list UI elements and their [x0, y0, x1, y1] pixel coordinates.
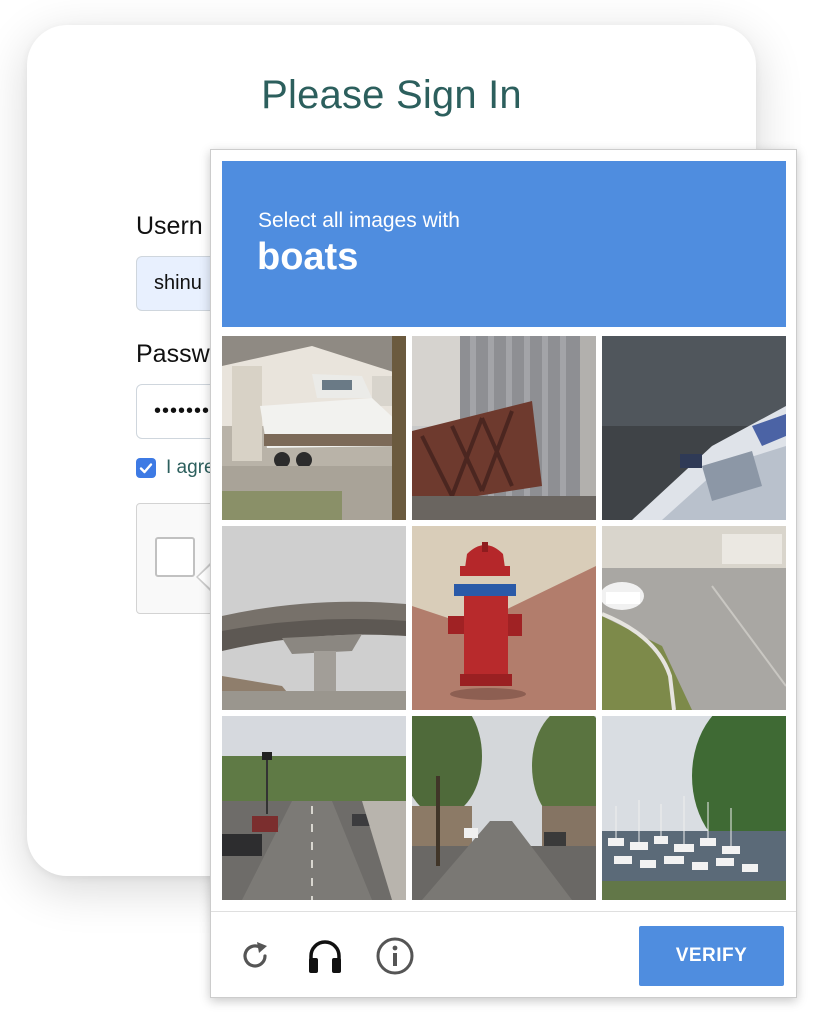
- agree-label: I agre: [166, 457, 215, 478]
- boat-bow-image: [602, 336, 786, 520]
- recaptcha-checkbox[interactable]: [155, 537, 195, 577]
- headphones-icon[interactable]: [305, 936, 345, 976]
- image-tile[interactable]: [412, 716, 596, 900]
- reload-icon[interactable]: [235, 936, 275, 976]
- password-label: Passw: [136, 340, 210, 368]
- image-tile[interactable]: [222, 526, 406, 710]
- verify-button[interactable]: VERIFY: [639, 926, 784, 986]
- overpass-image: [222, 526, 406, 710]
- info-icon[interactable]: [375, 936, 415, 976]
- tree-street-image: [412, 716, 596, 900]
- image-tile[interactable]: [222, 716, 406, 900]
- fire-hydrant-image: [412, 526, 596, 710]
- challenge-instruction: Select all images with: [258, 209, 460, 232]
- image-grid: [222, 336, 786, 900]
- parking-lot-image: [602, 526, 786, 710]
- boat-trailer-image: [222, 336, 406, 520]
- image-tile[interactable]: [602, 336, 786, 520]
- challenge-header: Select all images with boats: [222, 161, 786, 327]
- reload-icon-glyph: [243, 942, 267, 968]
- challenge-target: boats: [257, 236, 359, 278]
- city-street-image: [222, 716, 406, 900]
- image-tile[interactable]: [222, 336, 406, 520]
- image-tile[interactable]: [602, 716, 786, 900]
- marina-image: [602, 716, 786, 900]
- agree-row[interactable]: I agre: [136, 457, 215, 479]
- checkmark-icon: [139, 463, 153, 474]
- image-tile[interactable]: [412, 526, 596, 710]
- challenge-footer: VERIFY: [211, 911, 796, 997]
- username-label: Usern: [136, 212, 203, 240]
- page-title: Please Sign In: [261, 73, 522, 117]
- image-tile[interactable]: [412, 336, 596, 520]
- headphones-icon-glyph: [309, 940, 341, 973]
- info-icon-glyph: [376, 937, 414, 975]
- bridge-structure-image: [412, 336, 596, 520]
- captcha-challenge: Select all images with boats VERIFY: [210, 149, 797, 998]
- agree-checkbox[interactable]: [136, 458, 156, 478]
- image-tile[interactable]: [602, 526, 786, 710]
